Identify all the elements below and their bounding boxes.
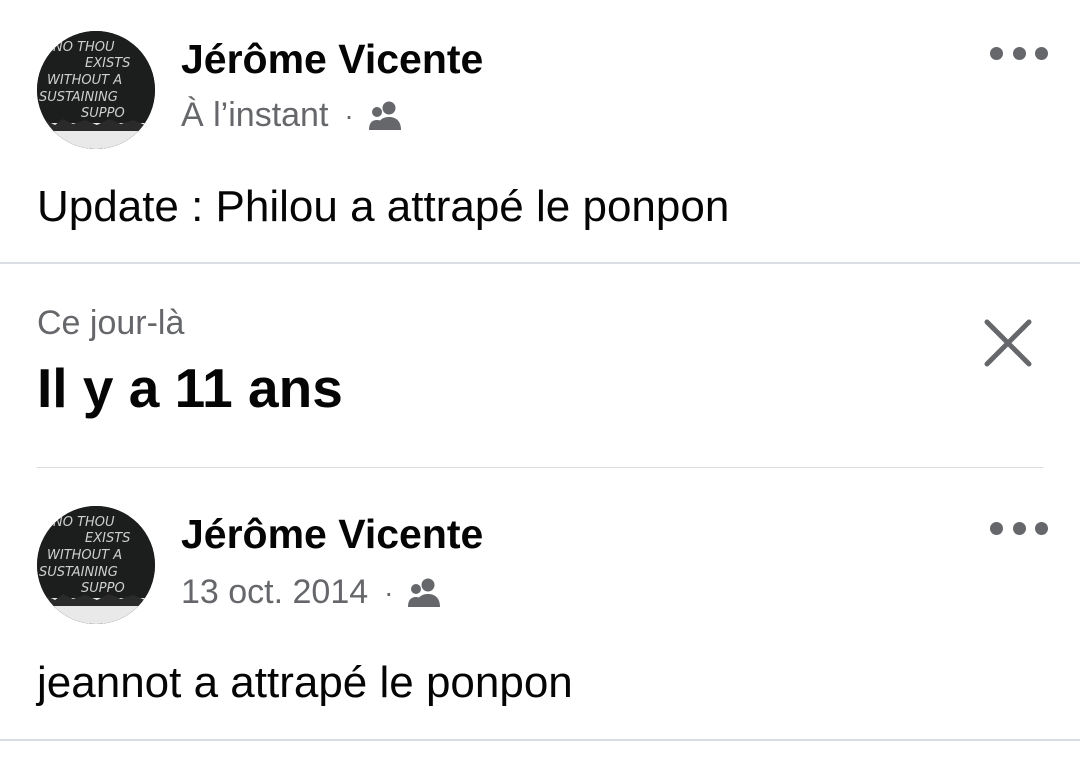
svg-text:SUPPO: SUPPO: [81, 106, 125, 121]
avatar-image: NO THOU EXISTS WITHOUT A SUSTAINING SUPP…: [37, 31, 155, 149]
post-time[interactable]: À l’instant: [181, 96, 328, 135]
post-meta: À l’instant ·: [181, 96, 404, 135]
avatar-image: NO THOU EXISTS WITHOUT A SUSTAINING SUPP…: [37, 506, 155, 624]
more-options-icon[interactable]: [990, 43, 1048, 63]
svg-text:SUSTAINING: SUSTAINING: [39, 90, 118, 105]
close-icon[interactable]: [981, 316, 1035, 370]
post-meta: 13 oct. 2014 ·: [181, 573, 443, 612]
svg-text:EXISTS: EXISTS: [85, 531, 130, 546]
svg-text:SUPPO: SUPPO: [81, 581, 125, 596]
post: NO THOU EXISTS WITHOUT A SUSTAINING SUPP…: [0, 503, 1080, 741]
avatar[interactable]: NO THOU EXISTS WITHOUT A SUSTAINING SUPP…: [37, 506, 155, 624]
svg-text:NO THOU: NO THOU: [53, 515, 115, 530]
svg-text:NO THOU: NO THOU: [53, 40, 115, 55]
more-options-icon[interactable]: [990, 518, 1048, 538]
author-name[interactable]: Jérôme Vicente: [181, 35, 483, 83]
svg-text:WITHOUT A: WITHOUT A: [47, 73, 122, 88]
post-time[interactable]: 13 oct. 2014: [181, 573, 368, 612]
svg-text:WITHOUT A: WITHOUT A: [47, 548, 122, 563]
divider: [37, 467, 1043, 468]
friends-icon: [368, 100, 404, 132]
post: NO THOU EXISTS WITHOUT A SUSTAINING SUPP…: [0, 0, 1080, 264]
svg-text:SUSTAINING: SUSTAINING: [39, 565, 118, 580]
meta-separator: ·: [344, 99, 354, 131]
memories-subtitle: Ce jour-là: [37, 304, 185, 342]
meta-separator: ·: [384, 576, 394, 608]
avatar[interactable]: NO THOU EXISTS WITHOUT A SUSTAINING SUPP…: [37, 31, 155, 149]
author-name[interactable]: Jérôme Vicente: [181, 510, 483, 558]
svg-text:EXISTS: EXISTS: [85, 56, 130, 71]
post-text: jeannot a attrapé le ponpon: [37, 658, 573, 707]
memories-header: Ce jour-là Il y a 11 ans: [0, 264, 1080, 503]
post-text: Update : Philou a attrapé le ponpon: [37, 182, 730, 231]
friends-icon: [407, 577, 443, 609]
memories-title: Il y a 11 ans: [37, 357, 343, 419]
